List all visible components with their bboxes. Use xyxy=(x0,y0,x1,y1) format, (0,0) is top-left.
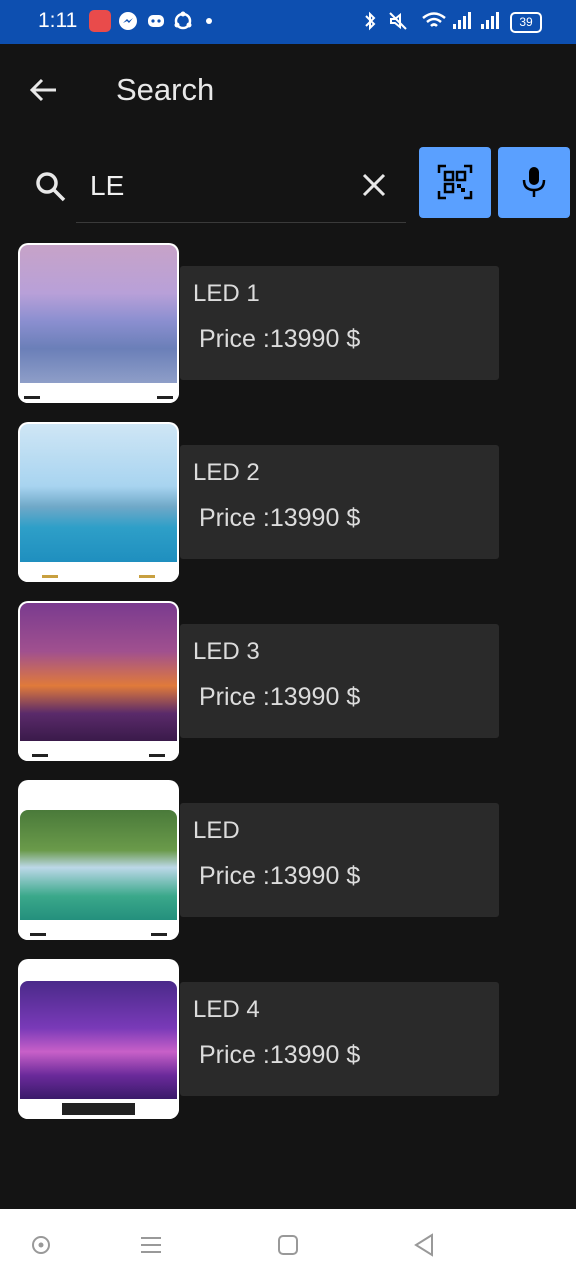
battery-level: 39 xyxy=(519,15,533,29)
music-app-icon xyxy=(89,10,111,32)
product-card: LED Price :13990 $ xyxy=(180,803,499,917)
wifi-icon xyxy=(422,12,446,27)
qr-scan-button[interactable] xyxy=(419,147,491,218)
product-name: LED 3 xyxy=(193,638,260,665)
product-name: LED 4 xyxy=(193,996,260,1023)
app-bar: Search xyxy=(0,44,576,144)
product-name: LED 2 xyxy=(193,459,260,486)
product-image xyxy=(18,780,179,940)
system-nav-bar xyxy=(0,1209,576,1280)
messenger-icon xyxy=(119,12,137,30)
notification-dot-icon xyxy=(206,18,212,24)
list-item[interactable]: LED 1 Price :13990 $ xyxy=(18,243,500,403)
product-card: LED 3 Price :13990 $ xyxy=(180,624,499,738)
list-item[interactable]: LED 4 Price :13990 $ xyxy=(18,959,500,1119)
product-price: Price :13990 $ xyxy=(199,325,361,353)
search-input[interactable] xyxy=(90,166,350,206)
battery-icon: 39 xyxy=(510,12,542,33)
product-image xyxy=(18,601,179,761)
page-title: Search xyxy=(116,72,215,107)
back-arrow-icon[interactable] xyxy=(26,72,62,108)
product-image xyxy=(18,959,179,1119)
bluetooth-icon xyxy=(365,11,376,31)
product-card: LED 2 Price :13990 $ xyxy=(180,445,499,559)
product-price: Price :13990 $ xyxy=(199,862,361,890)
product-name: LED xyxy=(193,817,240,844)
menu-nav-icon[interactable] xyxy=(137,1231,165,1259)
qr-scan-icon xyxy=(437,164,473,200)
product-image xyxy=(18,243,179,403)
list-item[interactable]: LED 2 Price :13990 $ xyxy=(18,422,500,582)
product-image xyxy=(18,422,179,582)
product-card: LED 4 Price :13990 $ xyxy=(180,982,499,1096)
product-name: LED 1 xyxy=(193,280,260,307)
square-nav-icon[interactable] xyxy=(274,1231,302,1259)
search-icon xyxy=(36,172,66,202)
status-bar: 1:11 39 xyxy=(0,0,576,44)
silent-icon xyxy=(389,12,407,30)
product-price: Price :13990 $ xyxy=(199,1041,361,1069)
product-price: Price :13990 $ xyxy=(199,683,361,711)
product-price: Price :13990 $ xyxy=(199,504,361,532)
home-nav-icon[interactable] xyxy=(27,1231,55,1259)
discord-icon xyxy=(148,15,164,27)
voice-search-button[interactable] xyxy=(498,147,570,218)
list-item[interactable]: LED 3 Price :13990 $ xyxy=(18,601,500,761)
list-item[interactable]: LED Price :13990 $ xyxy=(18,780,500,940)
signal-icon xyxy=(481,12,499,29)
sync-icon xyxy=(174,11,192,30)
status-time: 1:11 xyxy=(38,9,78,32)
microphone-icon xyxy=(522,167,546,197)
clear-icon[interactable] xyxy=(358,169,390,201)
signal-icon xyxy=(453,12,471,29)
back-nav-icon[interactable] xyxy=(410,1231,438,1259)
product-card: LED 1 Price :13990 $ xyxy=(180,266,499,380)
